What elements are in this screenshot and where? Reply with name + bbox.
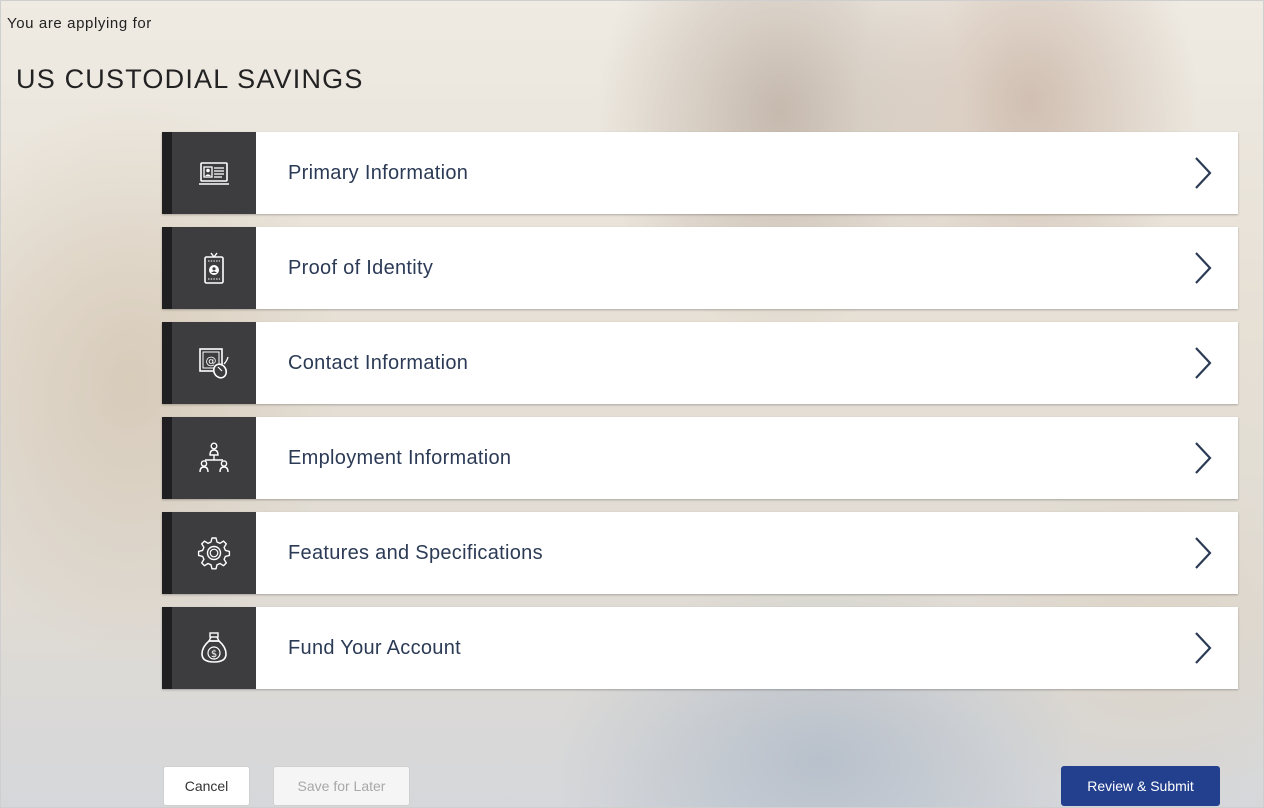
cancel-button[interactable]: Cancel: [163, 766, 250, 806]
section-primary-information[interactable]: Primary Information: [162, 132, 1238, 214]
chevron-right-icon: [1168, 322, 1238, 404]
id-card-icon: [199, 162, 229, 185]
section-icon-panel: @: [162, 322, 256, 404]
svg-text:$: $: [211, 649, 217, 660]
section-label: Features and Specifications: [288, 541, 543, 564]
section-employment-information[interactable]: Employment Information: [162, 417, 1238, 499]
section-features-and-specifications[interactable]: Features and Specifications: [162, 512, 1238, 594]
section-label: Employment Information: [288, 446, 512, 469]
save-for-later-button[interactable]: Save for Later: [273, 766, 410, 806]
section-label: Primary Information: [288, 161, 469, 184]
section-icon-panel: [162, 512, 256, 594]
money-bag-icon: $: [201, 632, 227, 663]
section-icon-panel: [162, 227, 256, 309]
id-badge-icon: [204, 252, 224, 284]
chevron-right-icon: [1168, 512, 1238, 594]
chevron-right-icon: [1168, 132, 1238, 214]
section-label: Fund Your Account: [288, 636, 462, 659]
section-label: Proof of Identity: [288, 256, 434, 279]
gear-icon: [197, 537, 231, 570]
product-title: US CUSTODIAL SAVINGS: [16, 64, 364, 94]
section-fund-your-account[interactable]: $ Fund Your Account: [162, 607, 1238, 689]
section-label: Contact Information: [288, 351, 469, 374]
review-and-submit-button[interactable]: Review & Submit: [1061, 766, 1220, 806]
section-contact-information[interactable]: @ Contact Information: [162, 322, 1238, 404]
section-icon-panel: [162, 132, 256, 214]
section-icon-panel: $: [162, 607, 256, 689]
contact-at-mouse-icon: @: [199, 348, 229, 379]
section-icon-panel: [162, 417, 256, 499]
section-proof-of-identity[interactable]: Proof of Identity: [162, 227, 1238, 309]
application-sections: Primary Information Proof of Identity @ …: [162, 132, 1238, 702]
org-hierarchy-icon: [199, 442, 229, 473]
chevron-right-icon: [1168, 417, 1238, 499]
chevron-right-icon: [1168, 607, 1238, 689]
applying-for-label: You are applying for: [7, 15, 152, 32]
chevron-right-icon: [1168, 227, 1238, 309]
